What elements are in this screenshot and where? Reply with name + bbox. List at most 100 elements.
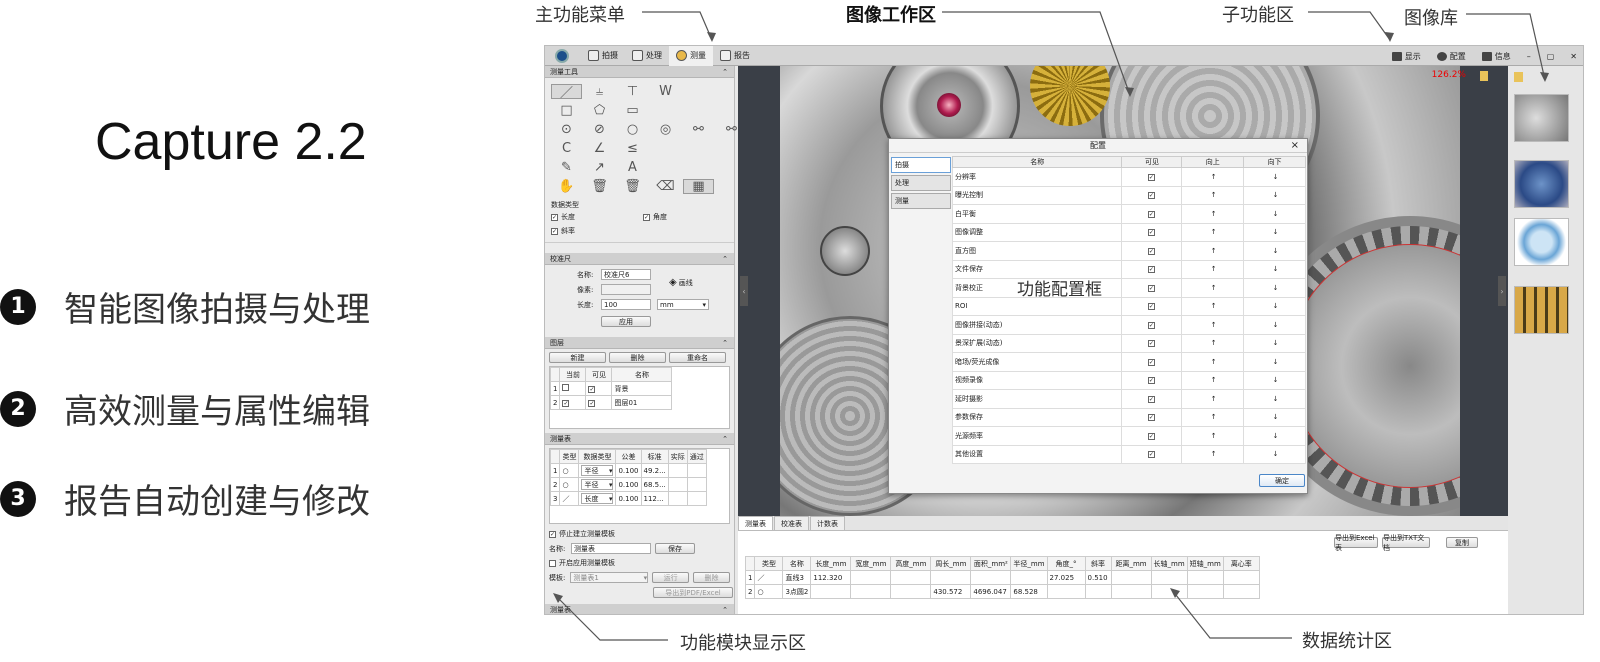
move-up-icon[interactable]: ↑ [1181,222,1245,242]
stats-column-header[interactable]: 长轴_mm [1150,556,1188,571]
stats-column-header[interactable]: 名称 [782,556,812,571]
table-row[interactable]: 2 ○ 3点圆2 430.572 4696.047 68.528 [744,584,1260,599]
layer-visible-checkbox[interactable]: ✓ [588,399,596,407]
gallery-thumb-1[interactable] [1514,94,1569,142]
line-tool-icon[interactable]: ／ [551,84,582,101]
visible-checkbox[interactable]: ✓ [1147,377,1155,385]
minimize-button[interactable]: – [1527,52,1531,61]
visible-checkbox[interactable]: ✓ [1147,229,1155,237]
enable-template-checkbox[interactable]: 开启应用测量模板 [549,558,730,568]
move-up-icon[interactable]: ↑ [1181,278,1245,298]
stats-column-header[interactable]: 离心率 [1222,556,1260,571]
layer-current-checkbox[interactable] [562,384,570,391]
config-row[interactable]: 白平衡 ✓ ↑ ↓ [951,204,1306,224]
visible-checkbox[interactable]: ✓ [1147,432,1155,440]
collapse-right-handle[interactable]: › [1498,276,1506,306]
config-row[interactable]: 参数保存 ✓ ↑ ↓ [951,407,1306,427]
move-up-icon[interactable]: ↑ [1181,389,1245,409]
visible-checkbox[interactable]: ✓ [1147,451,1155,459]
visible-checkbox[interactable]: ✓ [1147,192,1155,200]
config-row[interactable]: 其他设置 ✓ ↑ ↓ [951,444,1306,464]
move-up-icon[interactable]: ↑ [1181,185,1245,205]
calculator-tool-icon[interactable]: ▦ [683,179,714,194]
stats-column-header[interactable]: 角度_° [1046,556,1086,571]
gallery-thumb-4[interactable] [1514,286,1569,334]
calib-unit-select[interactable]: mm ▾ [657,299,709,310]
template-save-button[interactable]: 保存 [655,543,695,554]
maximize-button[interactable]: ▢ [1547,52,1555,61]
move-down-icon[interactable]: ↓ [1243,278,1306,298]
collapse-left-handle[interactable]: ‹ [740,276,748,306]
angle-tool-icon[interactable]: ∠ [584,141,615,156]
config-row[interactable]: 背景校正 ✓ ↑ ↓ [951,278,1306,298]
text-tool-icon[interactable]: A [617,160,648,175]
config-row[interactable]: ROI ✓ ↑ ↓ [951,296,1306,316]
stats-column-header[interactable]: 高度_mm [890,556,932,571]
stats-column-header[interactable]: 半径_mm [1010,556,1048,571]
config-row[interactable]: 光源频率 ✓ ↑ ↓ [951,426,1306,446]
tab-calibration-table[interactable]: 校准表 [774,516,809,530]
copy-button[interactable]: 复制 [1446,537,1478,548]
close-icon[interactable]: × [1291,139,1299,153]
visible-checkbox[interactable]: ✓ [1147,303,1155,311]
export-txt-button[interactable]: 导出到TXT文档 [1382,534,1430,552]
table-row[interactable]: 3 ／长度 ▾ 0.100 112... [549,491,707,506]
move-up-icon[interactable]: ↑ [1181,167,1245,187]
visible-checkbox[interactable]: ✓ [1147,395,1155,403]
calib-length-field[interactable]: 100 [601,299,651,310]
concentric-tool-icon[interactable]: ◎ [650,122,681,137]
dialog-tab-capture[interactable]: 拍摄 [891,157,951,173]
visible-checkbox[interactable]: ✓ [1147,210,1155,218]
visible-checkbox[interactable]: ✓ [1147,358,1155,366]
data-type-select[interactable]: 半径 ▾ [581,479,614,490]
move-up-icon[interactable]: ↑ [1181,315,1245,335]
rectangle-tool-icon[interactable]: □ [551,103,582,118]
move-up-icon[interactable]: ↑ [1181,333,1245,353]
stats-column-header[interactable]: 面积_mm² [970,556,1012,571]
move-down-icon[interactable]: ↓ [1243,444,1306,464]
table-row[interactable]: 1 ○ 半径 ▾ 0.100 49.2... [549,463,707,478]
move-up-icon[interactable]: ↑ [1181,352,1245,372]
move-down-icon[interactable]: ↓ [1243,167,1306,187]
move-down-icon[interactable]: ↓ [1243,185,1306,205]
stats-column-header[interactable]: 宽度_mm [850,556,892,571]
layer-current-checkbox[interactable]: ✓ [562,399,570,407]
info-button[interactable]: 信息 [1481,51,1511,62]
polyline-tool-icon[interactable]: W [650,84,681,99]
move-up-icon[interactable]: ↑ [1181,407,1245,427]
layer-new-button[interactable]: 新建 [549,352,606,363]
arrow-tool-icon[interactable]: ↗ [584,160,615,175]
config-row[interactable]: 文件保存 ✓ ↑ ↓ [951,259,1306,279]
config-row[interactable]: 分辨率 ✓ ↑ ↓ [951,167,1306,187]
stats-column-header[interactable]: 距离_mm [1110,556,1152,571]
move-up-icon[interactable]: ↑ [1181,296,1245,316]
circle-center-tool-icon[interactable]: ⊙ [551,122,582,137]
close-window-button[interactable]: ✕ [1570,52,1577,61]
delete-all-tool-icon[interactable]: 🗑 [617,179,648,194]
config-row[interactable]: 曝光控制 ✓ ↑ ↓ [951,185,1306,205]
pen-tool-icon[interactable]: ✎ [551,160,582,175]
move-down-icon[interactable]: ↓ [1243,296,1306,316]
move-down-icon[interactable]: ↓ [1243,241,1306,261]
data-type-select[interactable]: 半径 ▾ [581,465,614,476]
tab-report[interactable]: 报告 [713,46,757,66]
tab-process[interactable]: 处理 [625,46,669,66]
export-pdf-excel-button[interactable]: 导出到PDF/Excel [653,587,733,598]
rotated-rect-tool-icon[interactable]: ▭ [617,103,648,118]
circle-distance-tool-icon[interactable]: ⚯ [683,122,714,137]
visible-checkbox[interactable]: ✓ [1147,414,1155,422]
gallery-thumb-3[interactable] [1514,218,1569,266]
tab-count-table[interactable]: 计数表 [810,516,845,530]
template-run-button[interactable]: 运行 [652,572,690,583]
gallery-thumb-2[interactable] [1514,160,1569,208]
move-down-icon[interactable]: ↓ [1243,407,1306,427]
tab-capture[interactable]: 拍摄 [581,46,625,66]
move-down-icon[interactable]: ↓ [1243,222,1306,242]
stats-column-header[interactable]: 短轴_mm [1186,556,1224,571]
parallel-line-tool-icon[interactable]: ⫨ [584,84,615,99]
draw-line-button[interactable]: ◈ 画线 [669,277,693,288]
move-up-icon[interactable]: ↑ [1181,259,1245,279]
display-button[interactable]: 显示 [1391,51,1421,62]
stats-column-header[interactable]: 斜率 [1084,556,1112,571]
template-delete-button[interactable]: 删除 [693,572,730,583]
